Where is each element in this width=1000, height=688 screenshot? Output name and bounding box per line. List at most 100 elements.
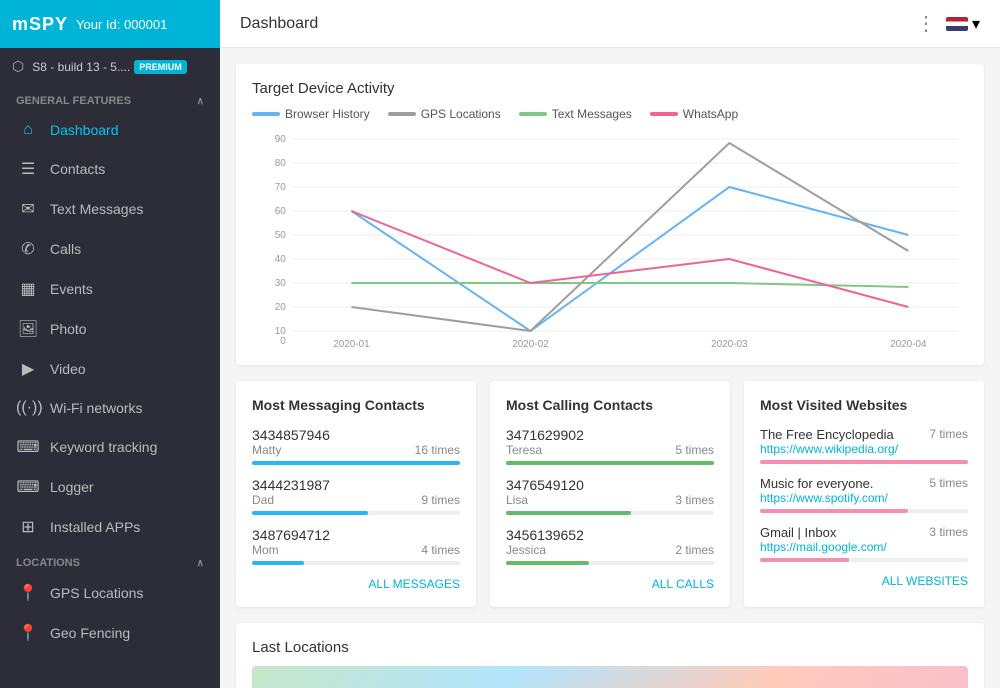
chevron-icon[interactable]: ∧	[197, 96, 204, 107]
contact-times-1: 16 times	[415, 443, 460, 457]
legend-whatsapp-color	[650, 112, 678, 116]
sidebar-item-logger[interactable]: ⌨ Logger	[0, 467, 220, 507]
website-times-1: 7 times	[929, 427, 968, 441]
all-websites-link[interactable]: ALL WEBSITES	[760, 574, 968, 588]
calls-icon: ✆	[16, 239, 40, 259]
all-calls-link[interactable]: ALL CALLS	[506, 577, 714, 591]
sidebar-item-wifi-label: Wi-Fi networks	[50, 400, 143, 416]
website-title-2: Music for everyone.	[760, 476, 888, 491]
calling-times-1: 5 times	[675, 443, 714, 457]
sidebar-item-photo-label: Photo	[50, 321, 87, 337]
svg-text:50: 50	[275, 230, 287, 241]
svg-text:90: 90	[275, 134, 287, 145]
sidebar-item-gps-label: GPS Locations	[50, 585, 143, 601]
chart-area: 90 80 70 60 50 40 30 20 10 0 2020-01 202…	[252, 129, 968, 349]
contact-times-2: 9 times	[421, 493, 460, 507]
sidebar-item-calls[interactable]: ✆ Calls	[0, 229, 220, 269]
sidebar-item-events[interactable]: ▦ Events	[0, 269, 220, 309]
calling-contact-3: 3456139652 Jessica 2 times	[506, 527, 714, 565]
websites-card: Most Visited Websites The Free Encyclope…	[744, 381, 984, 607]
keyword-icon: ⌨	[16, 437, 40, 457]
website-url-2: https://www.spotify.com/	[760, 491, 888, 505]
logger-icon: ⌨	[16, 477, 40, 497]
svg-text:20: 20	[275, 302, 287, 313]
sidebar-item-calls-label: Calls	[50, 241, 81, 257]
main-content: Dashboard ⋮ ▾ Target Device Activity Bro…	[220, 0, 1000, 688]
calling-title: Most Calling Contacts	[506, 397, 714, 413]
android-icon: ⬡	[12, 58, 24, 75]
bar-3	[252, 561, 304, 565]
sidebar-item-installed-apps[interactable]: ⊞ Installed APPs	[0, 507, 220, 547]
website-url-3: https://mail.google.com/	[760, 540, 887, 554]
website-bar-1	[760, 460, 968, 464]
messaging-contact-2: 3444231987 Dad 9 times	[252, 477, 460, 515]
calling-number-2: 3476549120	[506, 477, 714, 493]
svg-text:70: 70	[275, 182, 287, 193]
more-options-icon[interactable]: ⋮	[916, 11, 936, 36]
topbar: Dashboard ⋮ ▾	[220, 0, 1000, 48]
svg-text:40: 40	[275, 254, 287, 265]
contact-number-3: 3487694712	[252, 527, 460, 543]
website-bar-3	[760, 558, 849, 562]
sidebar: mSPY Your Id: 000001 ⬡ S8 - build 13 - 5…	[0, 0, 220, 688]
website-title-3: Gmail | Inbox	[760, 525, 887, 540]
websites-title: Most Visited Websites	[760, 397, 968, 413]
map-placeholder	[252, 666, 968, 688]
sidebar-item-geo[interactable]: 📍 Geo Fencing	[0, 613, 220, 653]
line-chart-svg: 90 80 70 60 50 40 30 20 10 0 2020-01 202…	[252, 129, 968, 349]
website-times-2: 5 times	[929, 476, 968, 490]
website-url-1: https://www.wikipedia.org/	[760, 442, 898, 456]
geo-icon: 📍	[16, 623, 40, 643]
legend-browser: Browser History	[252, 107, 370, 121]
apps-icon: ⊞	[16, 517, 40, 537]
calling-name-2: Lisa	[506, 493, 528, 507]
page-title: Dashboard	[240, 15, 318, 33]
gps-icon: 📍	[16, 583, 40, 603]
contact-name-1: Matty	[252, 443, 281, 457]
messaging-title: Most Messaging Contacts	[252, 397, 460, 413]
calling-bar-2	[506, 511, 631, 515]
video-icon: ▶	[16, 359, 40, 379]
contact-number-2: 3444231987	[252, 477, 460, 493]
language-selector[interactable]: ▾	[946, 14, 980, 34]
sidebar-item-keyword[interactable]: ⌨ Keyword tracking	[0, 427, 220, 467]
calling-bar-3	[506, 561, 589, 565]
sidebar-item-text-messages[interactable]: ✉ Text Messages	[0, 189, 220, 229]
chevron-down-icon: ▾	[972, 14, 980, 34]
legend-browser-label: Browser History	[285, 107, 370, 121]
locations-chevron-icon[interactable]: ∧	[197, 558, 204, 569]
sidebar-item-wifi[interactable]: ((·)) Wi-Fi networks	[0, 389, 220, 427]
cards-row: Most Messaging Contacts 3434857946 Matty…	[236, 381, 984, 607]
chart-legend: Browser History GPS Locations Text Messa…	[252, 107, 968, 121]
chart-title: Target Device Activity	[252, 80, 968, 97]
svg-text:2020-04: 2020-04	[890, 339, 927, 349]
sidebar-item-contacts-label: Contacts	[50, 161, 105, 177]
legend-whatsapp: WhatsApp	[650, 107, 738, 121]
photo-icon: 🖼	[16, 319, 40, 339]
sidebar-item-contacts[interactable]: ☰ Contacts	[0, 149, 220, 189]
calling-times-2: 3 times	[675, 493, 714, 507]
contact-name-2: Dad	[252, 493, 274, 507]
sidebar-item-photo[interactable]: 🖼 Photo	[0, 309, 220, 349]
legend-whatsapp-label: WhatsApp	[683, 107, 738, 121]
contact-number-1: 3434857946	[252, 427, 460, 443]
legend-gps-label: GPS Locations	[421, 107, 501, 121]
flag-icon	[946, 17, 968, 31]
messaging-contact-1: 3434857946 Matty 16 times	[252, 427, 460, 465]
calling-times-3: 2 times	[675, 543, 714, 557]
sidebar-item-gps[interactable]: 📍 GPS Locations	[0, 573, 220, 613]
topbar-right: ⋮ ▾	[916, 11, 980, 36]
all-messages-link[interactable]: ALL MESSAGES	[252, 577, 460, 591]
sidebar-item-video[interactable]: ▶ Video	[0, 349, 220, 389]
svg-text:2020-02: 2020-02	[512, 339, 549, 349]
sidebar-item-dashboard[interactable]: ⌂ Dashboard	[0, 111, 220, 149]
bar-2	[252, 511, 368, 515]
legend-text-color	[519, 112, 547, 116]
svg-text:80: 80	[275, 158, 287, 169]
sidebar-item-events-label: Events	[50, 281, 93, 297]
sidebar-item-video-label: Video	[50, 361, 86, 377]
svg-text:0: 0	[280, 336, 286, 347]
website-item-2: Music for everyone. https://www.spotify.…	[760, 476, 968, 513]
device-label: S8 - build 13 - 5....	[32, 60, 130, 74]
contacts-icon: ☰	[16, 159, 40, 179]
